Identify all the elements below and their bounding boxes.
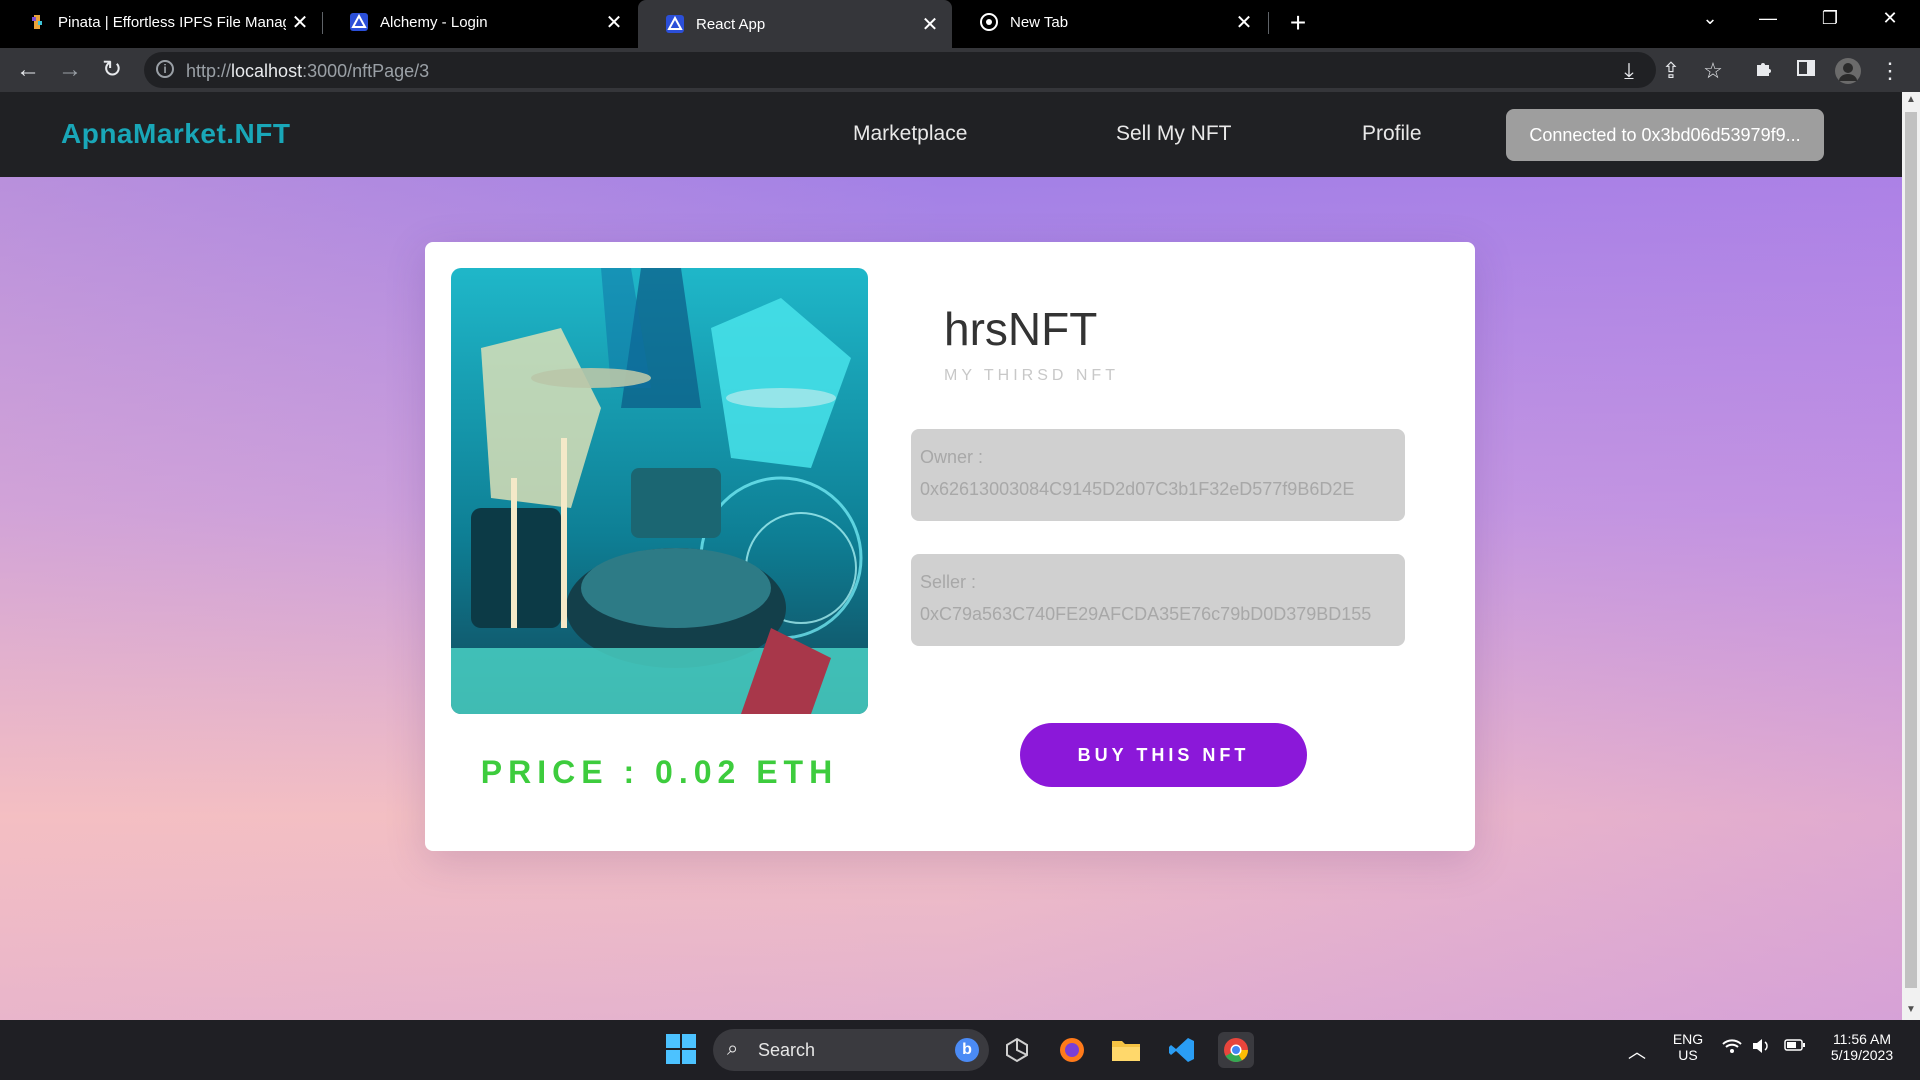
share-icon[interactable]: ⇪ [1658, 58, 1684, 84]
nft-name: hrsNFT [944, 303, 1098, 355]
close-icon[interactable]: ✕ [286, 10, 314, 35]
profile-avatar[interactable] [1835, 58, 1861, 84]
taskbar-search[interactable]: ⌕ Search b [713, 1029, 989, 1071]
seller-box: Seller : 0xC79a563C740FE29AFCDA35E76c79b… [911, 554, 1405, 646]
tab-title: New Tab [1010, 13, 1069, 31]
pinata-icon [28, 13, 46, 31]
url-text: http://localhost:3000/nftPage/3 [186, 61, 430, 81]
volume-icon[interactable] [1752, 1038, 1772, 1057]
scroll-down-arrow-icon[interactable]: ▼ [1902, 1004, 1920, 1015]
language-indicator[interactable]: ENG US [1666, 1031, 1710, 1063]
page-viewport: ApnaMarket.NFT Marketplace Sell My NFT P… [0, 92, 1902, 1020]
region-label: US [1678, 1047, 1698, 1063]
page-scrollbar[interactable]: ▲ ▼ [1902, 92, 1920, 1020]
nft-price: PRICE : 0.02 ETH [480, 754, 839, 790]
tab-react-app[interactable]: React App ✕ [638, 0, 952, 48]
close-icon[interactable]: ✕ [916, 12, 944, 37]
tab-search-chevron-icon[interactable]: ⌄ [1695, 8, 1725, 29]
tab-pinata[interactable]: Pinata | Effortless IPFS File Management… [0, 0, 322, 44]
clock-time: 11:56 AM [1832, 1031, 1892, 1047]
wallet-connect-button[interactable]: Connected to 0x3bd06d53979f9... [1506, 109, 1824, 161]
seller-label: Seller : [920, 572, 977, 592]
tab-alchemy[interactable]: Alchemy - Login ✕ [322, 0, 636, 44]
buy-nft-button[interactable]: BUY THIS NFT [1020, 723, 1307, 787]
owner-label: Owner : [920, 447, 984, 467]
chrome-icon [980, 13, 998, 31]
back-button[interactable]: ← [12, 54, 44, 86]
extensions-icon[interactable] [1751, 58, 1777, 84]
firefox-icon[interactable] [1054, 1032, 1090, 1068]
alchemy-icon [350, 13, 368, 31]
brand-logo[interactable]: ApnaMarket.NFT [61, 118, 290, 150]
tab-separator [1268, 12, 1269, 34]
battery-icon[interactable] [1784, 1038, 1806, 1055]
nft-image [451, 268, 868, 714]
minimize-button[interactable]: — [1753, 8, 1783, 29]
info-icon[interactable]: i [156, 60, 174, 78]
clock-date: 5/19/2023 [1830, 1047, 1894, 1063]
side-panel-icon[interactable] [1793, 58, 1819, 84]
tab-title: React App [696, 15, 766, 33]
nft-detail-card: PRICE : 0.02 ETH hrsNFT MY THIRSD NFT Ow… [425, 242, 1475, 851]
nav-profile[interactable]: Profile [1362, 122, 1422, 146]
new-tab-button[interactable]: + [1283, 8, 1313, 38]
close-icon[interactable]: ✕ [1230, 10, 1258, 35]
app-navbar: ApnaMarket.NFT Marketplace Sell My NFT P… [0, 92, 1902, 177]
tab-title: Pinata | Effortless IPFS File Management [58, 13, 286, 31]
search-icon: ⌕ [727, 1038, 739, 1060]
window-close-button[interactable]: ✕ [1875, 8, 1905, 29]
owner-box: Owner : 0x62613003084C9145D2d07C3b1F32eD… [911, 429, 1405, 521]
tab-new-tab[interactable]: New Tab ✕ [952, 0, 1266, 44]
windows-taskbar: ⌕ Search b ︿ ENG US 11:56 AM 5/19/2023 [0, 1020, 1920, 1080]
install-app-icon[interactable]: ⤓ [1616, 58, 1642, 84]
bookmark-star-icon[interactable]: ☆ [1700, 58, 1726, 84]
file-explorer-icon[interactable] [1108, 1032, 1144, 1068]
taskbar-search-label: Search [758, 1040, 816, 1060]
chevron-up-icon[interactable]: ︿ [1628, 1038, 1646, 1064]
wifi-icon[interactable] [1722, 1038, 1742, 1057]
nav-marketplace[interactable]: Marketplace [853, 122, 967, 146]
scrollbar-thumb[interactable] [1905, 112, 1917, 988]
tab-strip: Pinata | Effortless IPFS File Management… [0, 0, 1920, 48]
scroll-up-arrow-icon[interactable]: ▲ [1902, 94, 1920, 105]
clock[interactable]: 11:56 AM 5/19/2023 [1820, 1031, 1904, 1063]
nft-description: MY THIRSD NFT [944, 367, 1119, 384]
chrome-taskbar-icon[interactable] [1218, 1032, 1254, 1068]
address-bar[interactable]: i http://localhost:3000/nftPage/3 [144, 52, 1656, 88]
restore-button[interactable]: ❐ [1815, 8, 1845, 29]
forward-button[interactable]: → [54, 54, 86, 86]
tab-title: Alchemy - Login [380, 13, 488, 31]
windows-start-icon[interactable] [666, 1034, 696, 1064]
unity-app-icon[interactable] [999, 1032, 1035, 1068]
close-icon[interactable]: ✕ [600, 10, 628, 35]
reload-button[interactable]: ↻ [96, 54, 128, 86]
chrome-menu-icon[interactable]: ⋮ [1877, 58, 1903, 84]
vscode-icon[interactable] [1164, 1032, 1200, 1068]
seller-address: 0xC79a563C740FE29AFCDA35E76c79bD0D379BD1… [920, 604, 1372, 624]
alchemy-icon [666, 15, 684, 33]
nav-sell-my-nft[interactable]: Sell My NFT [1116, 122, 1232, 146]
bing-icon[interactable]: b [955, 1038, 979, 1062]
owner-address: 0x62613003084C9145D2d07C3b1F32eD577f9B6D… [920, 479, 1355, 499]
language-label: ENG [1672, 1031, 1704, 1047]
